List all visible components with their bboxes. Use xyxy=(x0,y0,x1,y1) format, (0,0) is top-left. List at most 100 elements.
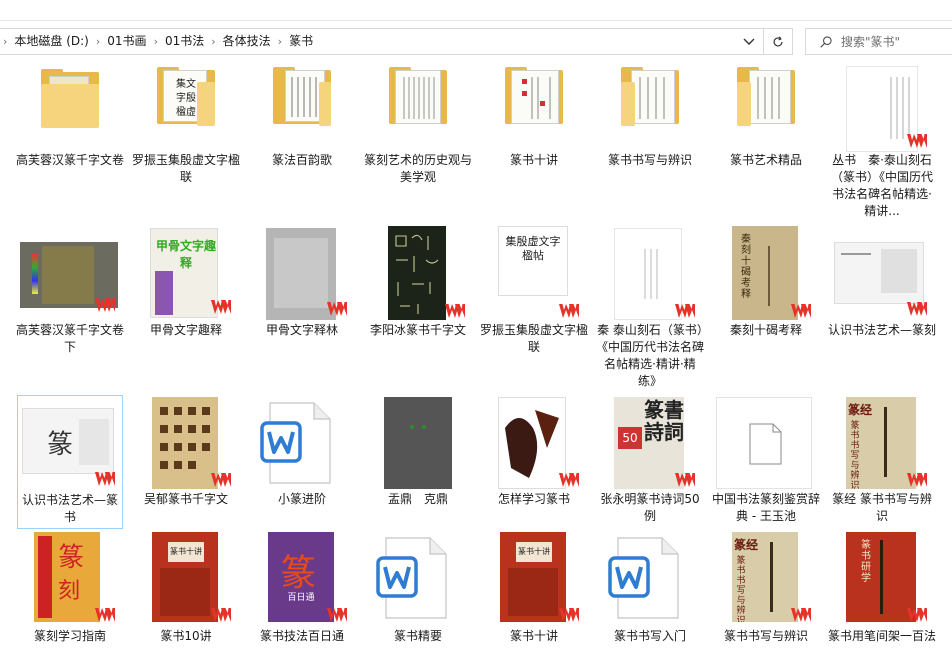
pdf-file-item[interactable]: 篆書詩詞 50 张永明篆书诗词50例 xyxy=(596,395,704,529)
file-name: 丛书 秦·泰山刻石（篆书）《中国历代书法名碑名帖精选·精讲... xyxy=(830,153,933,218)
pdf-file-item[interactable]: 篆经 篆书书写与辨识 篆经 篆书书写与辨识 xyxy=(828,395,936,529)
wps-pdf-icon xyxy=(95,472,115,486)
wps-pdf-icon xyxy=(907,134,927,148)
document-thumbnail: 篆 百日通 xyxy=(268,532,334,622)
pdf-file-item[interactable]: 丛书 秦·泰山刻石（篆书）《中国历代书法名碑名帖精选·精讲... xyxy=(828,62,936,222)
wps-pdf-icon xyxy=(327,608,347,622)
pdf-file-item[interactable]: 秦刻十碣考释 秦刻十碣考释 xyxy=(712,226,820,350)
breadcrumb-item-geti[interactable]: 各体技法 xyxy=(217,29,277,54)
word-file-item[interactable]: 小篆进阶 xyxy=(248,395,356,519)
wps-pdf-icon xyxy=(791,608,811,622)
wps-pdf-icon xyxy=(559,608,579,622)
file-name: 秦刻十碣考释 xyxy=(729,323,802,337)
document-thumbnail: 篆经 篆书书写与辨识 xyxy=(732,532,798,622)
pdf-file-item-selected[interactable]: 篆 认识书法艺术—篆书 xyxy=(17,395,123,529)
breadcrumb-item-drive[interactable]: 本地磁盘 (D:) xyxy=(8,29,94,54)
wps-pdf-icon xyxy=(211,608,231,622)
file-name: 篆书用笔间架一百法 xyxy=(828,629,937,643)
file-name: 认识书法艺术—篆书 xyxy=(21,493,118,524)
folder-item[interactable]: 篆书书写与辨识 xyxy=(596,62,704,188)
word-file-item[interactable]: 篆书精要 xyxy=(364,532,472,656)
chevron-right-icon[interactable]: › xyxy=(0,35,8,48)
file-name: 篆书书写与辨识 xyxy=(723,629,808,643)
breadcrumb: › 本地磁盘 (D:) › 01书画 › 01书法 › 各体技法 › 篆书 xyxy=(0,29,319,54)
file-name: 篆经 篆书书写与辨识 xyxy=(832,492,932,523)
file-name: 中国书法篆刻鉴赏辞典 - 王玉池 xyxy=(712,492,821,523)
wps-pdf-icon xyxy=(675,473,695,487)
file-name: 认识书法艺术—篆刻 xyxy=(828,323,937,337)
folder-item[interactable]: 高芙蓉汉篆千字文卷 xyxy=(16,62,124,188)
file-name: 甲骨文字释林 xyxy=(265,323,338,337)
pdf-file-item[interactable]: 篆刻 篆刻学习指南 xyxy=(16,532,124,666)
folder-icon xyxy=(621,67,679,128)
file-name: 篆书10讲 xyxy=(160,629,212,643)
pdf-file-item[interactable]: 甲骨文字释林 xyxy=(248,226,356,350)
pdf-file-item[interactable]: 篆书研学 篆书用笔间架一百法 xyxy=(828,532,936,666)
document-thumbnail xyxy=(614,228,682,320)
file-name: 小篆进阶 xyxy=(277,492,326,506)
pdf-file-item[interactable]: 甲骨文字趣释 甲骨文字趣释 xyxy=(132,226,240,350)
document-thumbnail xyxy=(498,397,566,489)
folder-item[interactable]: 篆刻艺术的历史观与美学观 xyxy=(364,62,472,188)
blank-file-item[interactable]: 中国书法篆刻鉴赏辞典 - 王玉池 xyxy=(712,395,820,529)
folder-item[interactable]: 篆法百韵歌 xyxy=(248,62,356,188)
wps-pdf-icon xyxy=(675,304,695,318)
wps-pdf-icon xyxy=(211,473,231,487)
wps-pdf-icon xyxy=(559,304,579,318)
file-name: 篆书书写入门 xyxy=(613,629,686,643)
document-thumbnail xyxy=(388,226,446,320)
search-icon xyxy=(820,35,832,48)
file-name: 篆书十讲 xyxy=(509,629,558,643)
wps-pdf-icon xyxy=(445,304,465,318)
document-thumbnail xyxy=(716,397,812,489)
search-input[interactable]: 搜索"篆书" xyxy=(841,33,900,50)
generic-file-icon xyxy=(749,423,782,465)
chevron-down-icon[interactable] xyxy=(741,33,757,49)
breadcrumb-item-shufa[interactable]: 01书法 xyxy=(159,29,210,54)
folder-item[interactable]: 集文 字殷 楹虚 罗振玉集殷虚文字楹联 xyxy=(132,62,240,188)
word-file-item[interactable]: 篆书书写入门 xyxy=(596,532,704,656)
file-name: 吴郁篆书千字文 xyxy=(143,492,228,506)
document-thumbnail: 篆刻 xyxy=(34,532,100,622)
pdf-file-item[interactable]: 篆 百日通 篆书技法百日通 xyxy=(248,532,356,666)
document-thumbnail: 篆书十讲 xyxy=(152,532,218,622)
folder-item[interactable]: 篆书十讲 xyxy=(480,62,588,188)
file-name: 罗振玉集殷虚文字楹联 xyxy=(480,323,589,354)
pdf-file-item[interactable]: 吴郁篆书千字文 xyxy=(132,395,240,519)
svg-text:刻: 刻 xyxy=(58,579,80,604)
pdf-file-item[interactable]: 篆经 篆书书写与辨识 篆书书写与辨识 xyxy=(712,532,820,666)
file-name: 篆法百韵歌 xyxy=(271,153,332,167)
breadcrumb-item-shuhua[interactable]: 01书画 xyxy=(101,29,152,54)
document-thumbnail: 甲骨文字趣释 xyxy=(150,228,218,318)
pdf-file-item[interactable]: 高芙蓉汉篆千字文卷下 xyxy=(16,226,124,354)
file-name: 篆书十讲 xyxy=(509,153,558,167)
pdf-file-item[interactable]: 盂鼎 克鼎 xyxy=(364,395,472,519)
pdf-file-item[interactable]: 集殷虚文字楹帖 罗振玉集殷虚文字楹联 xyxy=(480,226,588,354)
refresh-button[interactable] xyxy=(764,28,793,55)
search-box[interactable]: 搜索"篆书" xyxy=(805,28,952,55)
address-bar[interactable]: › 本地磁盘 (D:) › 01书画 › 01书法 › 各体技法 › 篆书 xyxy=(0,28,764,55)
pdf-file-item[interactable]: 认识书法艺术—篆刻 xyxy=(828,226,936,360)
wps-pdf-icon xyxy=(559,473,579,487)
wps-pdf-icon xyxy=(211,300,231,314)
folder-icon xyxy=(273,67,331,128)
wps-pdf-icon xyxy=(95,298,115,312)
pdf-file-item[interactable]: 李阳冰篆书千字文 xyxy=(364,226,472,350)
svg-text:篆: 篆 xyxy=(47,430,73,460)
wps-pdf-icon xyxy=(95,608,115,622)
svg-text:集文: 集文 xyxy=(176,77,196,90)
pdf-file-item[interactable]: 篆书十讲 篆书十讲 xyxy=(480,532,588,666)
wps-pdf-icon xyxy=(327,302,347,316)
pdf-file-item[interactable]: 篆书十讲 篆书10讲 xyxy=(132,532,240,666)
folder-icon xyxy=(737,67,795,128)
file-name: 张永明篆书诗词50例 xyxy=(600,492,700,523)
folder-item[interactable]: 篆书艺术精品 xyxy=(712,62,820,188)
breadcrumb-item-zhuanshu[interactable]: 篆书 xyxy=(283,29,319,54)
pdf-file-item[interactable]: 怎样学习篆书 xyxy=(480,395,588,519)
pdf-file-item[interactable]: 秦 泰山刻石（篆书）《中国历代书法名碑名帖精选·精讲·精练》 xyxy=(596,226,704,396)
wps-pdf-icon xyxy=(907,473,927,487)
file-name: 篆书精要 xyxy=(393,629,442,643)
refresh-icon xyxy=(773,35,783,46)
file-name: 李阳冰篆书千字文 xyxy=(369,323,466,337)
file-name: 篆书技法百日通 xyxy=(259,629,344,643)
